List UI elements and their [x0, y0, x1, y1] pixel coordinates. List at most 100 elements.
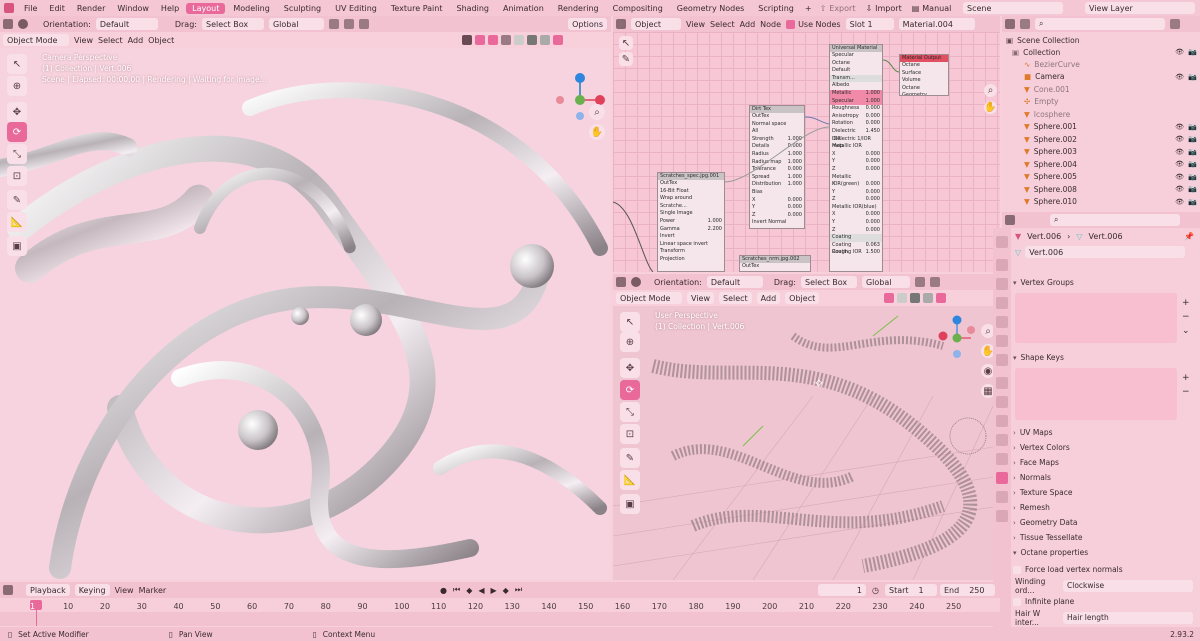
remove-icon[interactable]: − — [1182, 385, 1190, 399]
outliner-row[interactable]: ▼ Sphere.002 👁 📷 — [1002, 133, 1200, 146]
outliner-row[interactable]: ▼ Sphere.003 👁 📷 — [1002, 146, 1200, 159]
add-workspace-button[interactable]: + — [805, 4, 812, 13]
menu-view[interactable]: View — [687, 292, 714, 304]
editor-type-icon[interactable] — [3, 585, 13, 595]
outliner[interactable]: ▣ Scene Collection ▣ Collection 👁 📷 ∿ BezierCur… — [1002, 32, 1200, 210]
vertex-groups-list[interactable] — [1015, 293, 1177, 343]
rotate-tool-icon[interactable] — [631, 277, 641, 287]
scale-tool-button[interactable]: ⤡ — [7, 144, 27, 164]
add-icon[interactable]: + — [1182, 296, 1190, 310]
scene-selector[interactable]: Scene — [963, 2, 1063, 14]
menu-select[interactable]: Select — [710, 20, 735, 29]
menu-edit[interactable]: Edit — [43, 4, 71, 13]
playback-menu[interactable]: Playback — [26, 584, 70, 596]
visibility-eye-icon[interactable]: 👁 — [1175, 73, 1184, 81]
visibility-eye-icon[interactable]: 👁 — [1175, 148, 1184, 156]
tab-geometry-nodes[interactable]: Geometry Nodes — [671, 3, 750, 14]
measure-tool-button[interactable]: 📐 — [7, 212, 27, 232]
mesh-name-field[interactable]: Vert.006 — [1025, 246, 1186, 258]
tab-sculpting[interactable]: Sculpting — [278, 3, 327, 14]
panel-header[interactable]: › Tissue Tessellate — [1013, 530, 1195, 545]
pivot-icon[interactable] — [914, 277, 925, 287]
panel-header[interactable]: › Remesh — [1013, 500, 1195, 515]
panel-header[interactable]: › Vertex Colors — [1013, 440, 1195, 455]
current-frame-field[interactable]: 1 — [818, 584, 866, 596]
render-camera-icon[interactable]: 📷 — [1188, 160, 1197, 168]
view-layer-selector[interactable]: View Layer — [1085, 2, 1195, 14]
chevron-down-icon[interactable]: ⌄ — [1182, 324, 1190, 338]
outliner-row[interactable]: ▼ Cone.001 — [1002, 83, 1200, 96]
annotate-tool-button[interactable]: ✎ — [7, 190, 27, 210]
outliner-row[interactable]: ■ Camera 👁 📷 — [1002, 71, 1200, 84]
import-button[interactable]: ⇩ Import — [865, 4, 901, 13]
solid-shading-icon[interactable] — [527, 35, 537, 45]
tab-shading[interactable]: Shading — [450, 3, 495, 14]
orientation-dropdown[interactable]: Default — [95, 18, 158, 30]
outliner-row[interactable]: ▣ Collection 👁 📷 — [1002, 46, 1200, 59]
zoom-icon[interactable]: ⌕ — [984, 84, 997, 97]
end-frame-field[interactable]: End 250 — [940, 584, 995, 596]
shader-type-dropdown[interactable]: Object — [631, 18, 681, 30]
render-camera-icon[interactable]: 📷 — [1188, 135, 1197, 143]
visibility-eye-icon[interactable]: 👁 — [1175, 198, 1184, 206]
move-tool-button[interactable]: ✥ — [7, 102, 27, 122]
clock-icon[interactable]: ◷ — [872, 586, 879, 595]
measure-tool-button[interactable]: 📐 — [620, 470, 640, 490]
render-camera-icon[interactable]: 📷 — [1188, 123, 1197, 131]
rendered-shading-icon[interactable] — [936, 293, 947, 303]
collection-icon[interactable] — [996, 354, 1008, 366]
visibility-eye-icon[interactable]: 👁 — [1175, 48, 1184, 56]
wireframe-shading-icon[interactable] — [514, 35, 524, 45]
node-editor[interactable]: ↖ ✎ Universal Material Specular Octane Defa… — [613, 32, 1000, 272]
winding-order-dropdown[interactable]: Clockwise — [1063, 579, 1193, 592]
jump-end-icon[interactable]: ⏭ — [515, 585, 522, 595]
cursor-tool-button[interactable]: ⊕ — [620, 332, 640, 352]
drag-dropdown[interactable]: Select Box — [800, 276, 857, 288]
outliner-row[interactable]: ∿ BezierCurve — [1002, 58, 1200, 71]
menu-add[interactable]: Add — [740, 20, 756, 29]
tab-rendering[interactable]: Rendering — [552, 3, 605, 14]
object-data-icon[interactable] — [996, 472, 1008, 484]
menu-view[interactable]: View — [74, 36, 93, 45]
use-nodes-toggle[interactable]: Use Nodes — [786, 19, 841, 29]
transform-tool-button[interactable]: ⊡ — [7, 166, 27, 186]
properties-search-input[interactable]: ⌕ — [1050, 214, 1180, 226]
visibility-icon[interactable] — [462, 35, 472, 45]
visibility-eye-icon[interactable]: 👁 — [1175, 173, 1184, 181]
infinite-plane-checkbox[interactable]: Infinite plane — [1013, 594, 1195, 609]
options-dropdown[interactable]: Options — [568, 18, 607, 30]
constraints-icon[interactable] — [996, 453, 1008, 465]
visibility-eye-icon[interactable]: 👁 — [1175, 185, 1184, 193]
tab-texture-paint[interactable]: Texture Paint — [385, 3, 449, 14]
add-icon[interactable]: + — [1182, 371, 1190, 385]
panel-header[interactable]: ▾ Shape Keys — [1013, 350, 1195, 365]
zoom-icon[interactable]: ⌕ — [589, 104, 605, 120]
scale-tool-button[interactable]: ⤡ — [620, 402, 640, 422]
panel-header[interactable]: › Normals — [1013, 470, 1195, 485]
menu-marker[interactable]: Marker — [139, 586, 167, 595]
rotate-tool-button[interactable]: ⟳ — [620, 380, 640, 400]
output-icon[interactable] — [996, 278, 1008, 290]
jump-start-icon[interactable]: ⏮ — [453, 585, 460, 595]
rotate-tool-icon[interactable] — [18, 19, 28, 29]
annotate-tool-button[interactable]: ✎ — [620, 448, 640, 468]
cursor-tool-button[interactable]: ⊕ — [7, 76, 27, 96]
panel-header[interactable]: › Geometry Data — [1013, 515, 1195, 530]
xray-icon[interactable] — [884, 293, 895, 303]
outliner-row[interactable]: ▼ Sphere.008 👁 📷 — [1002, 183, 1200, 196]
pan-hand-icon[interactable]: ✋ — [984, 101, 997, 114]
transform-tool-button[interactable]: ⊡ — [620, 424, 640, 444]
pan-hand-icon[interactable]: ✋ — [589, 124, 605, 140]
menu-add[interactable]: Add — [128, 36, 144, 45]
navigation-gizmo[interactable] — [935, 312, 979, 360]
visibility-eye-icon[interactable]: 👁 — [1175, 160, 1184, 168]
slot-dropdown[interactable]: Slot 1 — [845, 18, 894, 30]
outliner-row[interactable]: ▼ Sphere.001 👁 📷 — [1002, 121, 1200, 134]
outliner-row[interactable]: ▼ Sphere.004 👁 📷 — [1002, 158, 1200, 171]
visibility-eye-icon[interactable]: 👁 — [1175, 123, 1184, 131]
menu-select[interactable]: Select — [98, 36, 123, 45]
export-button[interactable]: ⇧ Export — [820, 4, 856, 13]
tab-modeling[interactable]: Modeling — [227, 3, 275, 14]
snap-icon[interactable] — [929, 277, 940, 287]
tab-uv-editing[interactable]: UV Editing — [329, 3, 383, 14]
